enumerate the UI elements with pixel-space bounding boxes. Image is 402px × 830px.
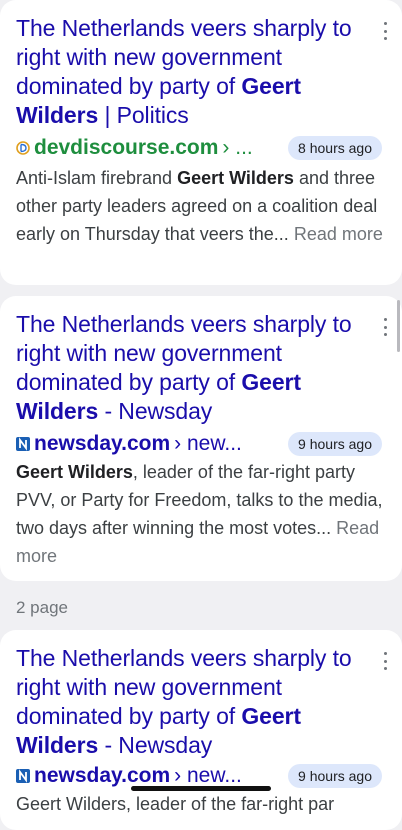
home-indicator[interactable] <box>131 786 271 791</box>
site-name[interactable]: newsday.com <box>34 764 170 788</box>
result-snippet: Anti-Islam firebrand Geert Wilders and t… <box>16 168 383 244</box>
source-row[interactable]: newsday.com › new... 9 hours ago <box>16 432 382 456</box>
result-snippet: Geert Wilders, leader of the far-right p… <box>16 794 335 814</box>
newsday-logo-icon <box>16 769 30 783</box>
site-path[interactable]: › new... <box>174 432 242 456</box>
result-card[interactable]: The Netherlands veers sharply to right w… <box>0 630 402 830</box>
more-options-icon[interactable] <box>382 318 388 336</box>
result-card[interactable]: The Netherlands veers sharply to right w… <box>0 0 402 285</box>
scrollbar-thumb[interactable] <box>397 300 400 352</box>
site-path[interactable]: › ... <box>222 136 252 160</box>
time-badge: 8 hours ago <box>288 136 382 160</box>
site-name[interactable]: devdiscourse.com <box>34 136 218 160</box>
source-row[interactable]: devdiscourse.com › ... 8 hours ago <box>16 136 382 160</box>
time-badge: 9 hours ago <box>288 432 382 456</box>
newsday-logo-icon <box>16 437 30 451</box>
site-name[interactable]: newsday.com <box>34 432 170 456</box>
devdiscourse-logo-icon <box>16 141 30 155</box>
more-options-icon[interactable] <box>382 652 388 670</box>
result-title[interactable]: The Netherlands veers sharply to right w… <box>16 310 366 426</box>
page-label: 2 page <box>16 598 68 617</box>
more-options-icon[interactable] <box>382 22 388 40</box>
result-title[interactable]: The Netherlands veers sharply to right w… <box>16 14 366 130</box>
source-row[interactable]: newsday.com › new... 9 hours ago <box>16 764 382 788</box>
result-card[interactable]: The Netherlands veers sharply to right w… <box>0 296 402 581</box>
result-snippet: Geert Wilders, leader of the far-right p… <box>16 462 383 566</box>
result-title[interactable]: The Netherlands veers sharply to right w… <box>16 644 366 760</box>
time-badge: 9 hours ago <box>288 764 382 788</box>
read-more-link[interactable]: Read more <box>294 224 383 244</box>
site-path[interactable]: › new... <box>174 764 242 788</box>
